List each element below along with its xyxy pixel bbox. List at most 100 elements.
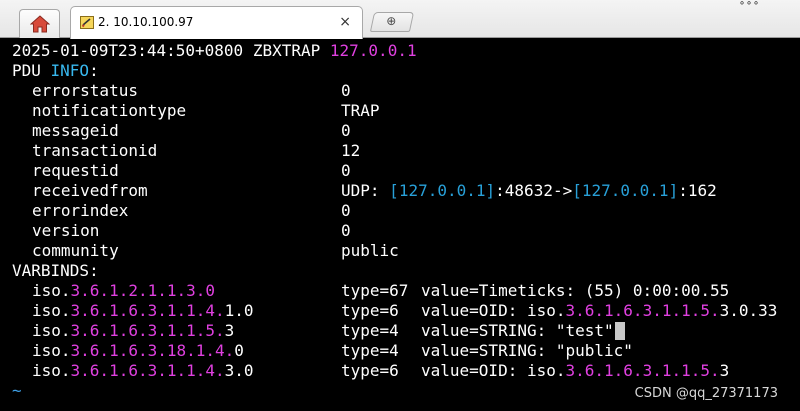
varbind-row: iso.3.6.1.6.3.1.1.4.1.0 type=6 value=OID… — [12, 301, 800, 321]
oid-number: 3.6.1.6.3.1.1.4. — [70, 301, 225, 320]
tab-title: 2. 10.10.100.97 — [98, 15, 194, 29]
varbind-row: iso.3.6.1.6.3.1.1.4.3.0 type=6 value=OID… — [12, 361, 800, 381]
pdu-field-row: notificationtype TRAP — [12, 101, 800, 121]
tab-session[interactable]: 2. 10.10.100.97 × — [70, 6, 363, 39]
pdu-colon: : — [89, 61, 99, 80]
oid-number: 3.6.1.2.1.1.3.0 — [70, 281, 216, 300]
pdu-field-key: errorindex — [32, 201, 129, 220]
value-suffix: 3.0.33 — [719, 301, 778, 320]
trap-source-ip: 127.0.0.1 — [329, 41, 417, 60]
value-text: value=STRING: "public" — [421, 341, 633, 360]
pdu-field-value: 0 — [341, 121, 351, 140]
tab-bar: 2. 10.10.100.97 × ⊕ ∘∘∘ — [0, 0, 800, 39]
trap-header-line: 2025-01-09T23:44:50+0800 ZBXTRAP 127.0.0… — [12, 41, 800, 61]
oid-suffix: 3 — [224, 321, 235, 340]
varbind-oid: iso.3.6.1.6.3.1.1.5.3 — [32, 321, 234, 341]
pdu-field-row: errorstatus 0 — [12, 81, 800, 101]
pdu-field-key: errorstatus — [32, 81, 138, 100]
pdu-field-key: receivedfrom — [32, 181, 148, 200]
trap-timestamp: 2025-01-09T23:44:50+0800 ZBXTRAP — [12, 41, 330, 60]
pdu-field-row: version 0 — [12, 221, 800, 241]
oid-prefix: iso. — [32, 361, 71, 380]
varbind-type: type=67 — [341, 281, 409, 300]
pdu-field-value: TRAP — [341, 101, 380, 120]
text-cursor — [614, 322, 625, 340]
oid-number: 3.6.1.6.3.1.1.4. — [70, 361, 225, 380]
value-text: value=OID: iso. — [421, 361, 566, 380]
watermark: CSDN @qq_27371173 — [634, 386, 778, 401]
value-oid: 3.6.1.6.3.1.1.5. — [565, 301, 720, 320]
terminal-window: 2. 10.10.100.97 × ⊕ ∘∘∘ 2025-01-09T23:44… — [0, 0, 800, 411]
pdu-field-row: errorindex 0 — [12, 201, 800, 221]
varbind-oid: iso.3.6.1.2.1.1.3.0 — [32, 281, 215, 301]
pdu-label: PDU — [12, 61, 51, 80]
pdu-field-row: community public — [12, 241, 800, 261]
dest-ip: 127.0.0.1 — [581, 181, 669, 200]
varbind-value: value=OID: iso.3.6.1.6.3.1.1.5.3 — [421, 361, 729, 381]
pdu-field-key: requestid — [32, 161, 119, 180]
pdu-field-key: version — [32, 221, 100, 240]
close-icon[interactable]: × — [339, 14, 351, 30]
value-oid: 3.6.1.6.3.1.1.5. — [565, 361, 720, 380]
oid-prefix: iso. — [32, 341, 71, 360]
varbind-value: value=Timeticks: (55) 0:00:00.55 — [421, 281, 729, 301]
pdu-field-value: 0 — [341, 161, 351, 180]
varbind-type: type=4 — [341, 341, 409, 360]
bracket: ] — [485, 181, 496, 200]
value-text: value=Timeticks: (55) 0:00:00.55 — [421, 281, 730, 300]
pdu-info-keyword: INFO — [50, 61, 90, 80]
pdu-field-value: 12 — [341, 141, 361, 160]
pdu-field-key: notificationtype — [32, 101, 187, 120]
pdu-field-key: messageid — [32, 121, 119, 140]
oid-prefix: iso. — [32, 281, 71, 300]
pdu-field-key: transactionid — [32, 141, 158, 160]
source-port: :48632-> — [495, 181, 573, 200]
pdu-field-value: 0 — [341, 201, 351, 220]
varbind-row: iso.3.6.1.2.1.1.3.0 type=67 value=Timeti… — [12, 281, 800, 301]
bracket: [ — [572, 181, 582, 200]
bracket: ] — [668, 181, 679, 200]
varbind-oid: iso.3.6.1.6.3.18.1.4.0 — [32, 341, 244, 361]
pdu-field-row: requestid 0 — [12, 161, 800, 181]
bracket: [ — [389, 181, 399, 200]
protocol-label: UDP: — [341, 181, 390, 200]
varbind-type: type=6 — [341, 361, 409, 380]
oid-suffix: 3.0 — [224, 361, 254, 380]
varbind-row: iso.3.6.1.6.3.18.1.4.0 type=4 value=STRI… — [12, 341, 800, 361]
new-tab-button[interactable]: ⊕ — [369, 12, 415, 32]
home-icon — [30, 15, 50, 33]
dest-port: :162 — [678, 181, 717, 200]
pdu-field-value: 0 — [341, 221, 351, 240]
window-corner-glyph: ∘∘∘ — [738, 0, 760, 9]
oid-prefix: iso. — [32, 321, 71, 340]
oid-number: 3.6.1.6.3.18.1.4. — [70, 341, 235, 360]
varbind-oid: iso.3.6.1.6.3.1.1.4.3.0 — [32, 361, 254, 381]
pdu-info-heading: PDU INFO: — [12, 61, 800, 81]
varbind-row: iso.3.6.1.6.3.1.1.5.3 type=4 value=STRIN… — [12, 321, 800, 341]
pdu-field-value: 0 — [341, 81, 351, 100]
pdu-field-row: transactionid 12 — [12, 141, 800, 161]
source-ip: 127.0.0.1 — [398, 181, 486, 200]
value-suffix: 3 — [719, 361, 730, 380]
pdu-field-key: community — [32, 241, 119, 260]
value-text: value=STRING: "test" — [421, 321, 614, 340]
received-from-value: UDP: [127.0.0.1]:48632->[127.0.0.1]:162 — [341, 181, 717, 201]
terminal-output[interactable]: 2025-01-09T23:44:50+0800 ZBXTRAP 127.0.0… — [12, 41, 800, 411]
pdu-field-row: messageid 0 — [12, 121, 800, 141]
varbind-type: type=6 — [341, 301, 409, 320]
varbind-value: value=STRING: "public" — [421, 341, 633, 361]
varbind-value: value=OID: iso.3.6.1.6.3.1.1.5.3.0.33 — [421, 301, 777, 321]
oid-suffix: 0 — [234, 341, 244, 360]
varbinds-heading: VARBINDS: — [12, 261, 99, 280]
home-tab[interactable] — [19, 9, 60, 38]
oid-suffix: 1.0 — [224, 301, 254, 320]
value-text: value=OID: iso. — [421, 301, 566, 320]
varbind-oid: iso.3.6.1.6.3.1.1.4.1.0 — [32, 301, 254, 321]
oid-number: 3.6.1.6.3.1.1.5. — [70, 321, 225, 340]
pdu-field-row: receivedfrom UDP: [127.0.0.1]:48632->[12… — [12, 181, 800, 201]
oid-prefix: iso. — [32, 301, 71, 320]
varbind-value: value=STRING: "test" — [421, 321, 625, 341]
terminal-session-icon — [80, 16, 94, 29]
plus-icon: ⊕ — [386, 14, 397, 28]
pdu-field-value: public — [341, 241, 399, 260]
